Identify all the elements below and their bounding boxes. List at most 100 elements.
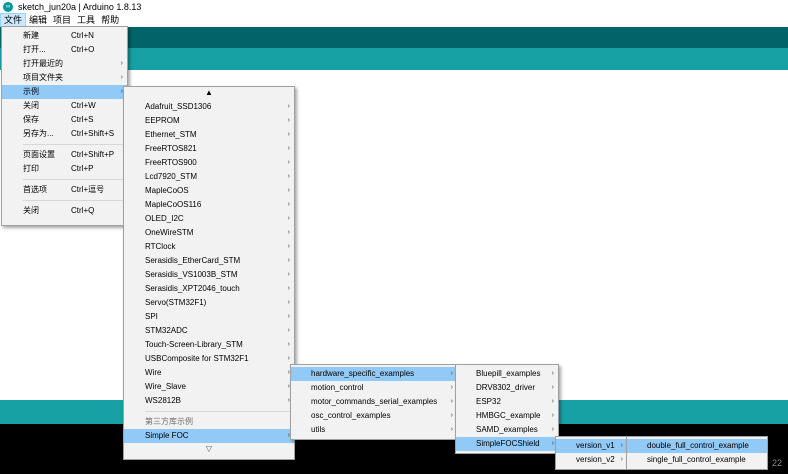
menu-separator: [23, 144, 125, 145]
example-item[interactable]: MapleCoOS ›: [124, 184, 294, 198]
example-item[interactable]: Adafruit_SSD1306 ›: [124, 100, 294, 114]
shield-menu: version_v1 › version_v2 ›: [555, 436, 628, 470]
chevron-right-icon: ›: [287, 257, 290, 264]
menu-item-open[interactable]: 打开... Ctrl+O: [2, 43, 127, 57]
example-item-simple-foc[interactable]: Simple FOC ›: [124, 429, 294, 443]
simplefoc-menu: hardware_specific_examples › motion_contr…: [290, 364, 458, 440]
chevron-right-icon: ›: [287, 243, 290, 250]
example-item[interactable]: FreeRTOS821 ›: [124, 142, 294, 156]
example-item[interactable]: Touch-Screen-Library_STM ›: [124, 338, 294, 352]
chevron-right-icon: ›: [450, 426, 453, 433]
menu-item-new[interactable]: 新建 Ctrl+N: [2, 29, 127, 43]
chevron-right-icon: ›: [450, 384, 453, 391]
menu-item-print[interactable]: 打印 Ctrl+P: [2, 162, 127, 176]
menu-item-examples[interactable]: 示例 ›: [2, 85, 127, 99]
submenu-item-single-full-control[interactable]: single_full_control_example: [627, 453, 767, 467]
submenu-item-simplefocshield[interactable]: SimpleFOCShield ›: [456, 437, 558, 451]
chevron-right-icon: ›: [551, 440, 554, 447]
chevron-right-icon: ›: [450, 412, 453, 419]
menu-item-quit[interactable]: 关闭 Ctrl+Q: [2, 204, 127, 218]
menu-item-save-as[interactable]: 另存为... Ctrl+Shift+S: [2, 127, 127, 141]
section-header-third-party: 第三方库示例: [145, 417, 193, 426]
scroll-down-arrow[interactable]: ▽: [124, 443, 294, 455]
menu-tools[interactable]: 工具: [74, 13, 98, 27]
chevron-right-icon: ›: [287, 117, 290, 124]
chevron-right-icon: ›: [450, 398, 453, 405]
example-item[interactable]: WS2812B ›: [124, 394, 294, 408]
menu-item-sketchbook[interactable]: 项目文件夹 ›: [2, 71, 127, 85]
chevron-right-icon: ›: [120, 74, 123, 81]
submenu-item[interactable]: ESP32 ›: [456, 395, 558, 409]
chevron-right-icon: ›: [287, 313, 290, 320]
chevron-right-icon: ›: [287, 229, 290, 236]
example-item[interactable]: Servo(STM32F1) ›: [124, 296, 294, 310]
menu-item-open-recent[interactable]: 打开最近的 ›: [2, 57, 127, 71]
example-item[interactable]: Ethernet_STM ›: [124, 128, 294, 142]
submenu-item[interactable]: HMBGC_example ›: [456, 409, 558, 423]
chevron-right-icon: ›: [551, 412, 554, 419]
chevron-right-icon: ›: [287, 131, 290, 138]
menu-edit[interactable]: 编辑: [26, 13, 50, 27]
example-item[interactable]: Lcd7920_STM ›: [124, 170, 294, 184]
example-item[interactable]: Wire_Slave ›: [124, 380, 294, 394]
chevron-right-icon: ›: [287, 215, 290, 222]
example-item[interactable]: Serasidis_VS1003B_STM ›: [124, 268, 294, 282]
submenu-item[interactable]: utils ›: [291, 423, 457, 437]
menu-item-preferences[interactable]: 首选项 Ctrl+逗号: [2, 183, 127, 197]
submenu-item-version-v1[interactable]: version_v1 ›: [556, 439, 627, 453]
chevron-right-icon: ›: [287, 201, 290, 208]
menu-separator: [23, 179, 125, 180]
chevron-right-icon: ›: [287, 145, 290, 152]
menu-item-page-setup[interactable]: 页面设置 Ctrl+Shift+P: [2, 148, 127, 162]
scroll-up-arrow[interactable]: ▲: [124, 87, 294, 99]
chevron-right-icon: ›: [120, 60, 123, 67]
example-item[interactable]: USBComposite for STM32F1 ›: [124, 352, 294, 366]
chevron-right-icon: ›: [450, 370, 453, 377]
submenu-item[interactable]: DRV8302_driver ›: [456, 381, 558, 395]
example-item[interactable]: SPI ›: [124, 310, 294, 324]
example-item[interactable]: MapleCoOS116 ›: [124, 198, 294, 212]
menu-item-save[interactable]: 保存 Ctrl+S: [2, 113, 127, 127]
menu-sketch[interactable]: 项目: [50, 13, 74, 27]
example-item[interactable]: OneWireSTM ›: [124, 226, 294, 240]
submenu-item-version-v2[interactable]: version_v2 ›: [556, 453, 627, 467]
example-item[interactable]: EEPROM ›: [124, 114, 294, 128]
submenu-item[interactable]: osc_control_examples ›: [291, 409, 457, 423]
title-bar: ∞ sketch_jun20a | Arduino 1.8.13: [0, 0, 788, 13]
arduino-icon: ∞: [3, 1, 13, 12]
example-item[interactable]: Serasidis_XPT2046_touch ›: [124, 282, 294, 296]
example-item[interactable]: Wire ›: [124, 366, 294, 380]
submenu-item[interactable]: motor_commands_serial_examples ›: [291, 395, 457, 409]
submenu-item-double-full-control[interactable]: double_full_control_example: [627, 439, 767, 453]
window-title: sketch_jun20a | Arduino 1.8.13: [18, 1, 142, 12]
examples-menu: ▲ Adafruit_SSD1306 › EEPROM › Ethernet_STM…: [123, 86, 295, 460]
submenu-item[interactable]: SAMD_examples ›: [456, 423, 558, 437]
file-menu: 新建 Ctrl+N 打开... Ctrl+O 打开最近的 › 项目文件夹 › 示例 › 关…: [1, 26, 128, 226]
chevron-right-icon: ›: [551, 370, 554, 377]
example-item[interactable]: OLED_I2C ›: [124, 212, 294, 226]
submenu-item-hardware[interactable]: hardware_specific_examples ›: [291, 367, 457, 381]
chevron-right-icon: ›: [287, 103, 290, 110]
chevron-right-icon: ›: [287, 327, 290, 334]
chevron-right-icon: ›: [287, 299, 290, 306]
chevron-right-icon: ›: [287, 187, 290, 194]
submenu-item[interactable]: Bluepill_examples ›: [456, 367, 558, 381]
menu-file[interactable]: 文件: [0, 13, 27, 27]
chevron-right-icon: ›: [551, 398, 554, 405]
menu-help[interactable]: 帮助: [98, 13, 122, 27]
example-item[interactable]: Serasidis_EtherCard_STM ›: [124, 254, 294, 268]
example-item[interactable]: STM32ADC ›: [124, 324, 294, 338]
submenu-item[interactable]: motion_control ›: [291, 381, 457, 395]
chevron-right-icon: ›: [287, 285, 290, 292]
chevron-right-icon: ›: [287, 271, 290, 278]
chevron-right-icon: ›: [551, 426, 554, 433]
example-item[interactable]: RTClock ›: [124, 240, 294, 254]
menu-item-close[interactable]: 关闭 Ctrl+W: [2, 99, 127, 113]
version-menu: double_full_control_example single_full_…: [626, 436, 768, 470]
menu-separator: [145, 411, 292, 412]
menu-separator: [23, 200, 125, 201]
chevron-right-icon: ›: [620, 456, 623, 463]
watermark: 22: [771, 458, 782, 468]
example-item[interactable]: FreeRTOS900 ›: [124, 156, 294, 170]
chevron-right-icon: ›: [287, 341, 290, 348]
